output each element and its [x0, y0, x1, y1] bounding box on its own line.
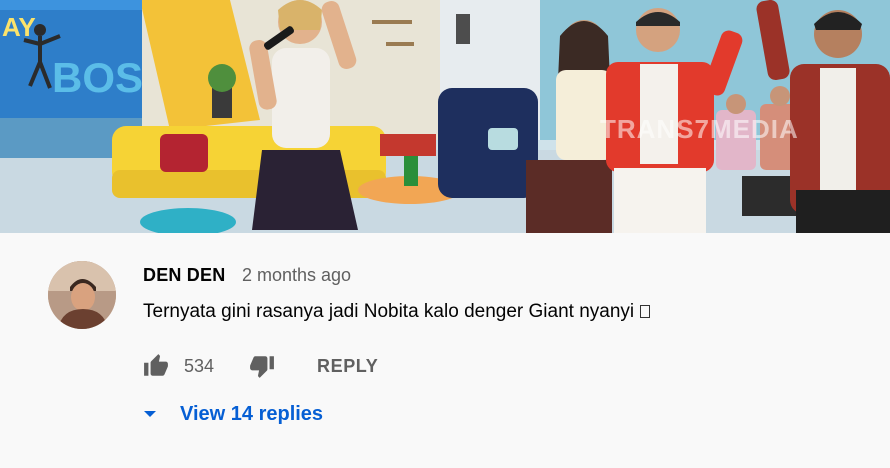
show-logo-text-top: AY: [2, 12, 36, 42]
thumb-down-icon: [250, 356, 274, 378]
thumb-up-icon: [144, 354, 168, 376]
comment-thread: DEN DEN 2 months ago Ternyata gini rasan…: [0, 233, 890, 468]
caret-down-icon: [144, 411, 156, 417]
view-replies-label: View 14 replies: [180, 402, 324, 425]
dislike-button[interactable]: [249, 353, 275, 379]
view-replies-button[interactable]: View 14 replies: [143, 399, 323, 429]
like-count: 534: [184, 356, 215, 376]
comment-body: Ternyata gini rasanya jadi Nobita kalo d…: [143, 301, 635, 322]
avatar-image: [48, 261, 116, 329]
unsupported-glyph-icon: [640, 305, 651, 318]
like-button[interactable]: [143, 353, 169, 379]
avatar[interactable]: [48, 261, 116, 329]
show-logo-text-bottom: BOS: [52, 54, 143, 101]
channel-watermark: TRANS7MEDIA: [600, 114, 799, 144]
comment-text: Ternyata gini rasanya jadi Nobita kalo d…: [143, 301, 651, 323]
studio-scene: AY BOS TRANS7MEDIA: [0, 0, 890, 233]
video-frame[interactable]: AY BOS TRANS7MEDIA: [0, 0, 890, 233]
comment-author[interactable]: DEN DEN: [143, 265, 225, 286]
comment-timestamp[interactable]: 2 months ago: [242, 265, 351, 286]
reply-button[interactable]: REPLY: [317, 356, 378, 377]
